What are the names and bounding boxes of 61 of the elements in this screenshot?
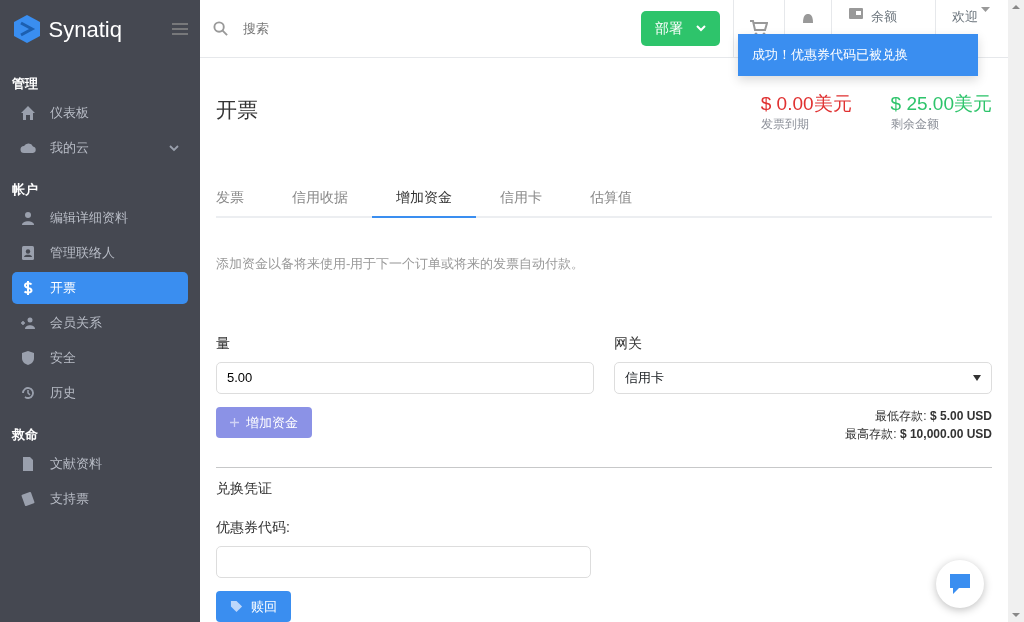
brand-name: Synatiq	[48, 15, 122, 44]
welcome-menu[interactable]: 欢迎	[952, 6, 978, 26]
amount-caption: 发票到期	[760, 115, 810, 133]
logo-icon	[12, 14, 42, 44]
home-icon	[20, 104, 36, 121]
deposit-limit: 最低存款: $ 5.00 USD	[874, 407, 992, 425]
plus-icon	[230, 417, 239, 427]
chat-icon	[947, 572, 973, 596]
tab[interactable]: 信用收据	[268, 180, 372, 218]
page-title: 开票	[216, 96, 258, 123]
amount-value: $ 0.00美元	[760, 93, 852, 115]
tag-icon	[230, 599, 243, 613]
menu-icon[interactable]	[172, 23, 188, 35]
person-icon	[20, 210, 36, 226]
tab[interactable]: 发票	[216, 180, 268, 218]
field-label: 量	[216, 333, 231, 353]
field-label: 网关	[613, 333, 643, 353]
sidebar-item[interactable]: 安全	[12, 342, 188, 374]
tab[interactable]: 信用卡	[476, 180, 566, 218]
field-label: 优惠券代码:	[216, 517, 291, 537]
success-toast: 成功！优惠券代码已被兑换	[738, 34, 978, 76]
amount-value: $ 25.00美元	[890, 93, 992, 115]
history-icon	[20, 385, 36, 401]
tab[interactable]: 增加资金	[372, 180, 476, 218]
sidebar-item[interactable]: 会员关系	[12, 307, 188, 339]
gateway-select[interactable]: 信用卡	[613, 361, 992, 394]
section-title: 兑换凭证	[216, 478, 273, 498]
cart-icon[interactable]	[750, 20, 768, 37]
wallet-icon[interactable]	[848, 6, 864, 19]
sidebar-item[interactable]: 编辑详细资料	[12, 202, 188, 234]
search-icon	[213, 20, 228, 36]
scrollbar[interactable]	[1008, 0, 1024, 622]
amount-caption: 剩余金额	[890, 115, 940, 133]
contact-card-icon	[20, 245, 36, 261]
sidebar-item[interactable]: 开票	[12, 272, 188, 304]
caret-icon	[981, 6, 991, 13]
search-field[interactable]: 搜索	[241, 17, 541, 40]
tab[interactable]: 估算值	[566, 180, 656, 218]
balance-label: 余额	[870, 7, 897, 26]
coupon-field[interactable]	[216, 545, 591, 578]
caret-icon	[973, 374, 981, 381]
amount-field[interactable]: 5.00	[216, 361, 595, 394]
sidebar-item[interactable]: 我的云	[12, 131, 188, 164]
section-heading: 帐户	[12, 180, 39, 199]
deposit-limit: 最高存款: $ 10,000.00 USD	[844, 425, 992, 443]
redeem-button[interactable]: 赎回	[216, 590, 291, 622]
section-heading: 管理	[12, 75, 39, 93]
sidebar-item[interactable]: 管理联络人	[12, 237, 188, 269]
sidebar-item[interactable]: 支持票	[12, 482, 188, 515]
chevron-icon	[696, 24, 706, 32]
ticket-icon	[20, 490, 36, 507]
sidebar-item[interactable]: 文献资料	[12, 447, 188, 480]
shield-icon	[20, 350, 36, 366]
people-icon	[20, 315, 36, 331]
chat-button[interactable]	[936, 560, 984, 608]
bell-icon[interactable]	[801, 13, 815, 23]
document-icon	[20, 455, 36, 472]
sidebar-item[interactable]: 仪表板	[12, 96, 188, 129]
sidebar-item[interactable]: 历史	[12, 377, 188, 409]
chevron-icon	[168, 143, 180, 152]
section-heading: 救命	[12, 426, 39, 444]
